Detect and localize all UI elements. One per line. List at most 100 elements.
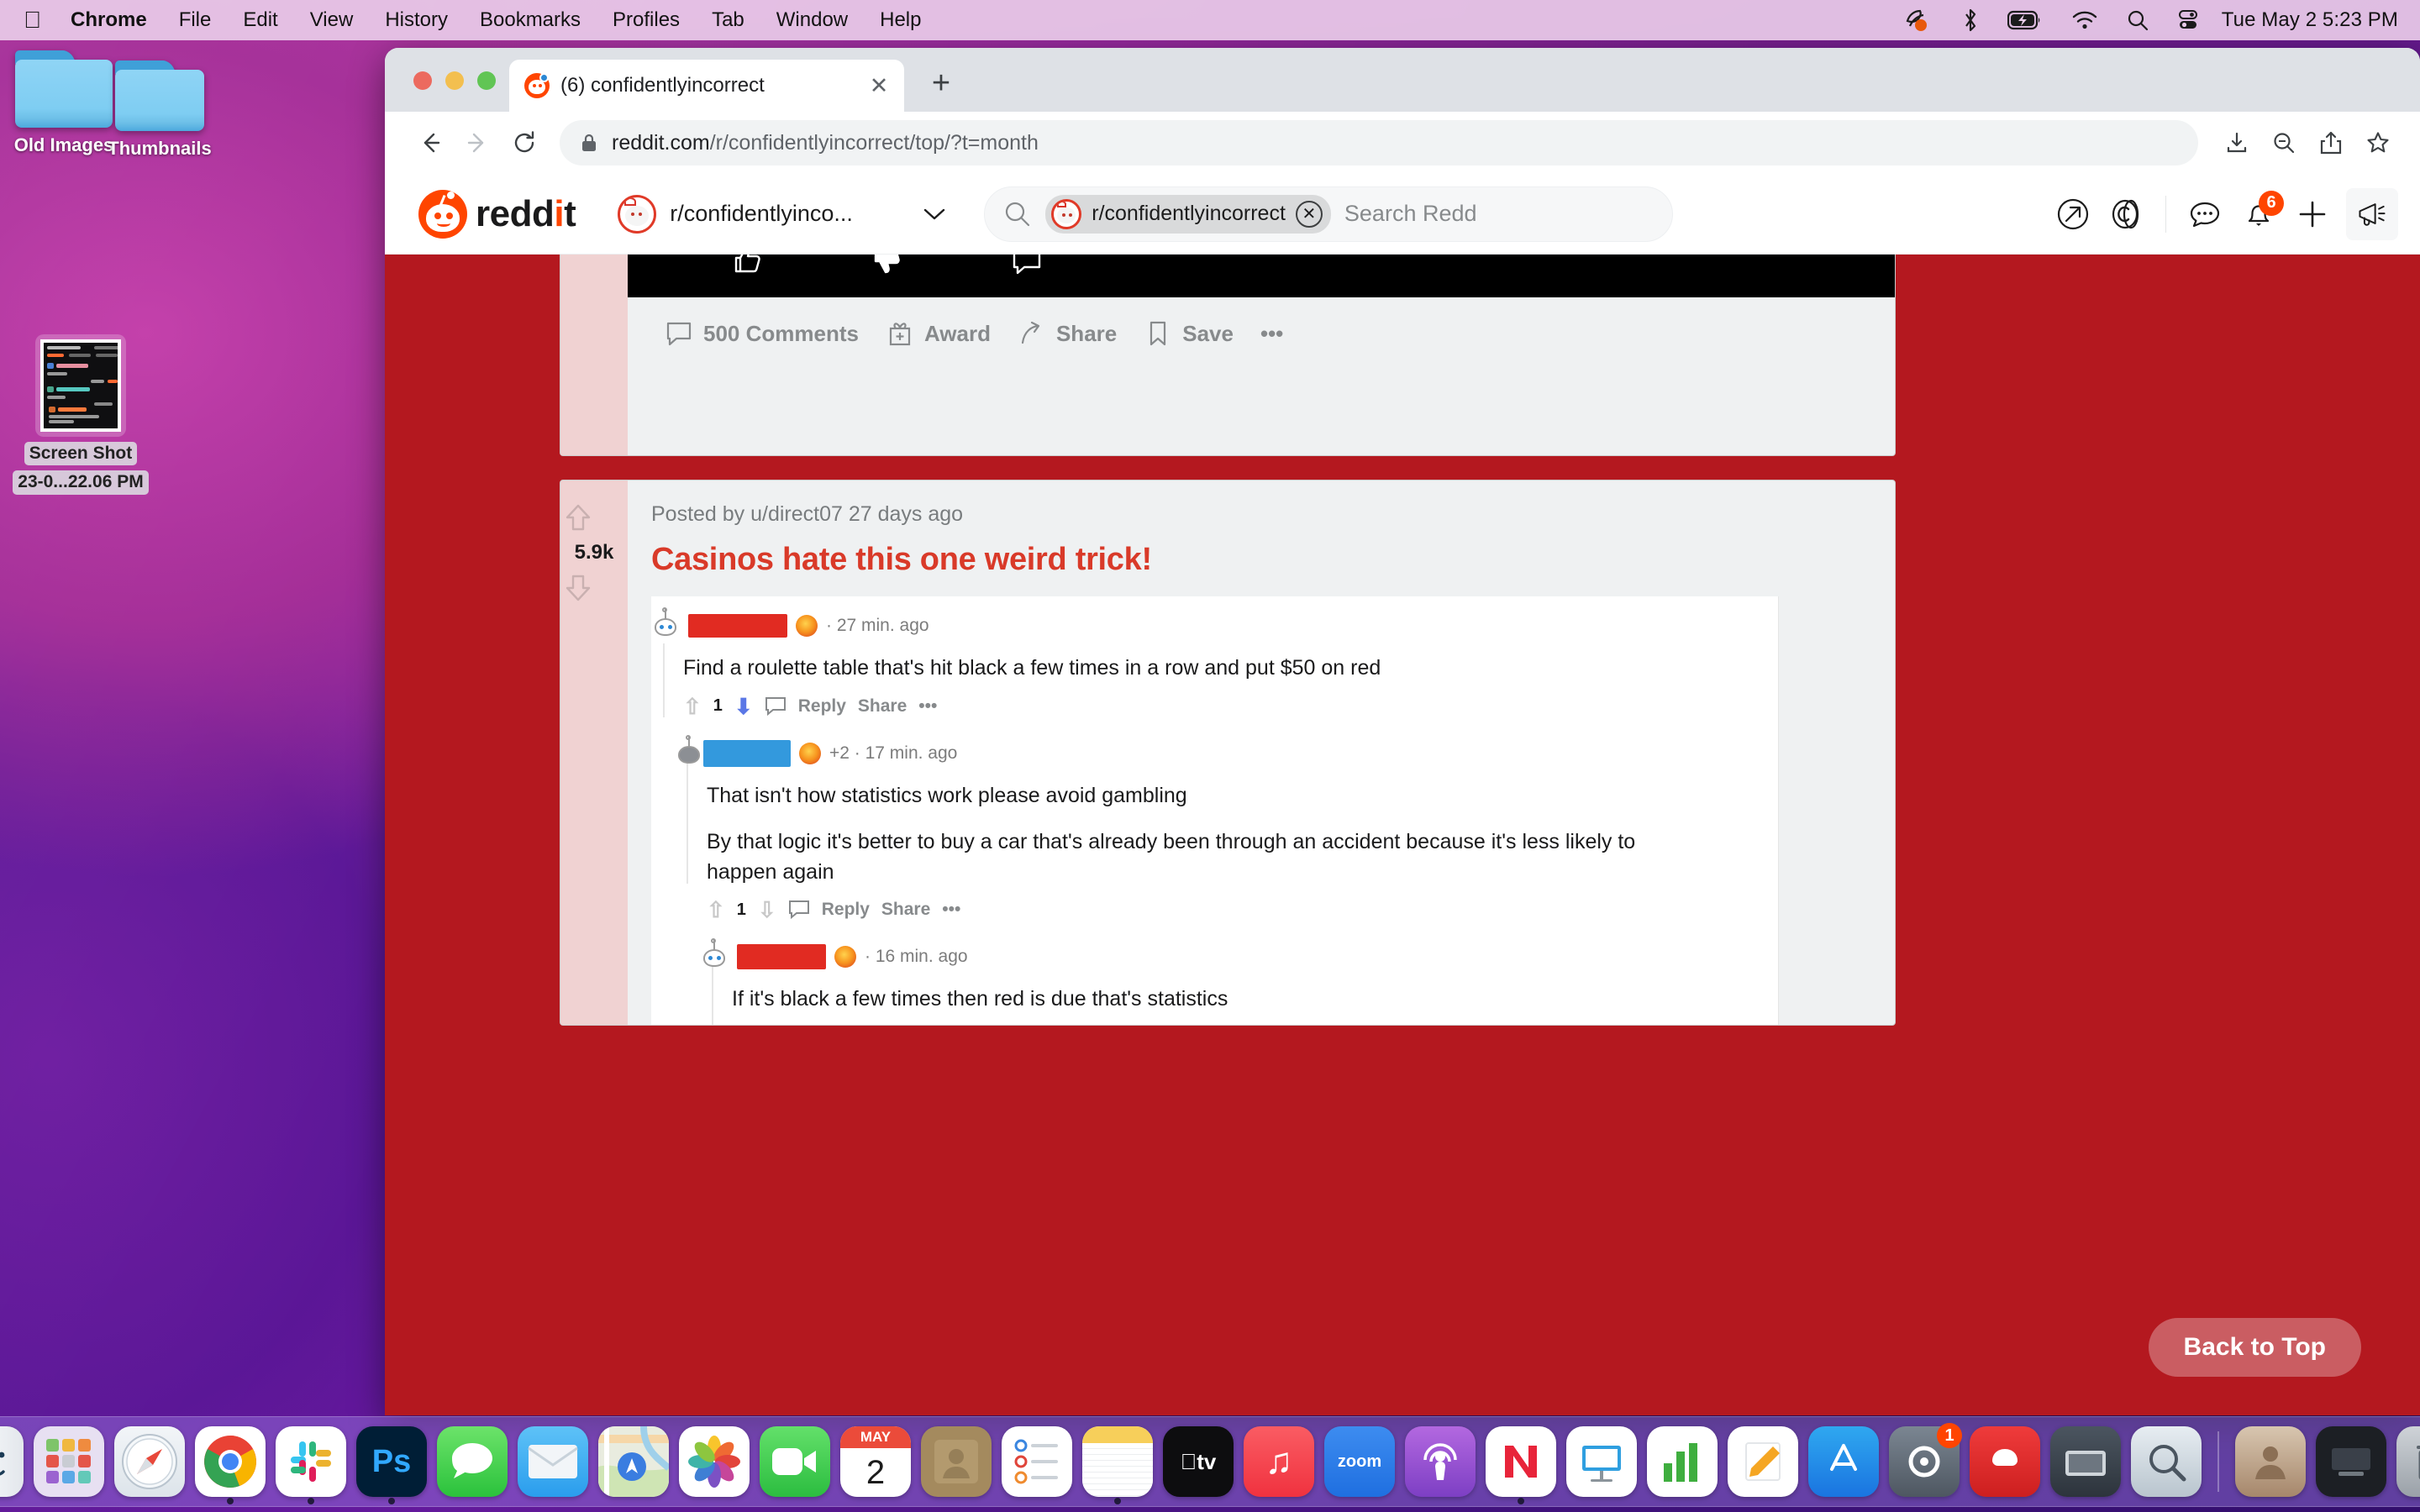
- comment-reply-icon[interactable]: [788, 900, 810, 920]
- dock-item-reminders[interactable]: [1001, 1426, 1073, 1497]
- desktop-folder-thumbnails[interactable]: Thumbnails: [92, 60, 227, 159]
- dock-item-folder-stack-dark[interactable]: [2315, 1426, 2387, 1497]
- dock-item-trash[interactable]: [2396, 1426, 2420, 1497]
- dock-item-contacts[interactable]: [920, 1426, 992, 1497]
- menu-item-tab[interactable]: Tab: [696, 10, 760, 30]
- menu-item-chrome[interactable]: Chrome: [55, 10, 163, 30]
- dock-item-music[interactable]: ♫: [1243, 1426, 1315, 1497]
- notifications-bell-icon[interactable]: 6: [2232, 187, 2286, 241]
- dock-item-zoom[interactable]: zoom: [1323, 1426, 1396, 1497]
- dock-item-google-chrome[interactable]: [194, 1426, 266, 1504]
- dock-item-mail[interactable]: [517, 1426, 589, 1497]
- close-tab-icon[interactable]: ✕: [867, 74, 891, 97]
- save-button[interactable]: Save: [1130, 311, 1247, 356]
- post-card[interactable]: 5.9k Posted by u/direct07 27 days ago Ca…: [560, 480, 1896, 1026]
- post-title[interactable]: Casinos hate this one weird trick!: [628, 527, 1895, 578]
- bluetooth-icon[interactable]: [1948, 0, 1993, 40]
- dock-item-keynote[interactable]: [1565, 1426, 1638, 1497]
- comment-reply-label[interactable]: Reply: [798, 696, 846, 717]
- dock-item-slack[interactable]: [275, 1426, 347, 1504]
- comment-reply-label[interactable]: Reply: [822, 900, 870, 920]
- back-to-top-button[interactable]: Back to Top: [2148, 1318, 2361, 1377]
- downvote-button[interactable]: [560, 570, 628, 605]
- comment-downvote-icon[interactable]: ⬇: [734, 696, 753, 717]
- control-center-icon[interactable]: [2163, 0, 2213, 40]
- dock-item-safari[interactable]: [113, 1426, 186, 1497]
- browser-tab-confidentlyincorrect[interactable]: (6) confidentlyincorrect ✕: [509, 60, 904, 112]
- new-tab-button[interactable]: +: [923, 65, 960, 102]
- menu-item-file[interactable]: File: [163, 10, 228, 30]
- close-window-button[interactable]: [413, 71, 432, 90]
- dock-item-apple-tv[interactable]: tv: [1162, 1426, 1234, 1497]
- dock-item-finder[interactable]: [0, 1426, 24, 1497]
- create-post-plus-icon[interactable]: [2286, 187, 2339, 241]
- comment-upvote-icon[interactable]: ⇧: [683, 696, 702, 717]
- desktop-file-screenshot[interactable]: Screen Shot 23-0...22.06 PM: [5, 334, 156, 495]
- dock-item-folder-stack-people[interactable]: [2234, 1426, 2307, 1497]
- advertise-megaphone-icon[interactable]: [2346, 187, 2398, 240]
- comment-icon[interactable]: [1007, 255, 1046, 279]
- upvote-button[interactable]: [560, 501, 628, 536]
- wifi-icon[interactable]: [2057, 0, 2112, 40]
- dock-item-photoshop[interactable]: Ps: [355, 1426, 428, 1504]
- comments-button[interactable]: 500 Comments: [651, 311, 872, 356]
- reload-button[interactable]: [501, 119, 548, 166]
- dock-item-notes[interactable]: [1081, 1426, 1154, 1504]
- menu-item-bookmarks[interactable]: Bookmarks: [464, 10, 597, 30]
- dock-item-maps[interactable]: [597, 1426, 670, 1497]
- zoom-icon[interactable]: [2260, 119, 2307, 166]
- comment-reply-icon[interactable]: [765, 696, 786, 717]
- screen-recording-icon[interactable]: [1889, 0, 1948, 40]
- reddit-home-logo[interactable]: reddit: [418, 189, 576, 239]
- award-button[interactable]: Award: [872, 311, 1004, 356]
- download-icon[interactable]: [2213, 119, 2260, 166]
- share-button[interactable]: Share: [1004, 311, 1130, 356]
- post-image-screenshot[interactable]: · 27 min. ago Find a roulette table that…: [651, 596, 1779, 1025]
- menu-item-view[interactable]: View: [294, 10, 370, 30]
- subreddit-picker-dropdown[interactable]: r/confidentlyinco...: [606, 188, 959, 240]
- spotlight-search-icon[interactable]: [2112, 0, 2163, 40]
- dock-item-creative-cloud[interactable]: [1969, 1426, 2041, 1497]
- thumbs-up-icon[interactable]: [729, 255, 767, 279]
- dock-item-facetime[interactable]: [759, 1426, 831, 1497]
- maximize-window-button[interactable]: [477, 71, 496, 90]
- menu-item-window[interactable]: Window: [760, 10, 864, 30]
- dock-item-app-store[interactable]: [1807, 1426, 1880, 1497]
- comment-more-icon[interactable]: •••: [942, 900, 960, 920]
- comment-downvote-icon[interactable]: ⇩: [758, 899, 776, 921]
- post-video-media[interactable]: [628, 255, 1895, 297]
- dock-item-news[interactable]: [1485, 1426, 1557, 1504]
- search-scope-chip[interactable]: r/confidentlyincorrect ✕: [1045, 194, 1331, 234]
- menu-item-history[interactable]: History: [369, 10, 464, 30]
- battery-charging-icon[interactable]: [1993, 0, 2057, 40]
- address-bar[interactable]: reddit.com/r/confidentlyincorrect/top/?t…: [560, 120, 2198, 165]
- dock-item-pages[interactable]: [1727, 1426, 1799, 1497]
- forward-button[interactable]: [454, 119, 501, 166]
- more-options-button[interactable]: •••: [1247, 312, 1297, 355]
- popular-arrow-icon[interactable]: [2046, 187, 2100, 241]
- dock-item-preview[interactable]: [2130, 1426, 2202, 1497]
- apple-logo-icon[interactable]: : [20, 8, 55, 32]
- minimize-window-button[interactable]: [445, 71, 464, 90]
- menu-item-edit[interactable]: Edit: [227, 10, 293, 30]
- dock-item-launchpad[interactable]: [33, 1426, 105, 1497]
- bookmark-star-icon[interactable]: [2354, 119, 2402, 166]
- menu-item-profiles[interactable]: Profiles: [597, 10, 696, 30]
- reddit-coins-icon[interactable]: [2100, 187, 2154, 241]
- dock-item-messages[interactable]: [436, 1426, 508, 1497]
- menu-item-help[interactable]: Help: [864, 10, 937, 30]
- search-input[interactable]: Search Redd: [1344, 201, 1477, 227]
- thumbs-down-icon[interactable]: [868, 255, 907, 279]
- dock-item-screenshot-app[interactable]: [2049, 1426, 2122, 1497]
- post-card[interactable]: 500 Comments Award Share Save •••: [560, 255, 1896, 456]
- clear-search-scope-icon[interactable]: ✕: [1295, 200, 1323, 228]
- comment-upvote-icon[interactable]: ⇧: [707, 899, 725, 921]
- back-button[interactable]: [407, 119, 454, 166]
- dock-item-numbers[interactable]: [1646, 1426, 1718, 1497]
- reddit-search-bar[interactable]: r/confidentlyincorrect ✕ Search Redd: [984, 186, 1674, 242]
- dock-item-photos[interactable]: [678, 1426, 750, 1497]
- comment-more-icon[interactable]: •••: [918, 696, 937, 717]
- dock-item-calendar[interactable]: MAY 2: [839, 1426, 912, 1497]
- menu-bar-clock[interactable]: Tue May 2 5:23 PM: [2213, 8, 2402, 32]
- chat-icon[interactable]: [2178, 187, 2232, 241]
